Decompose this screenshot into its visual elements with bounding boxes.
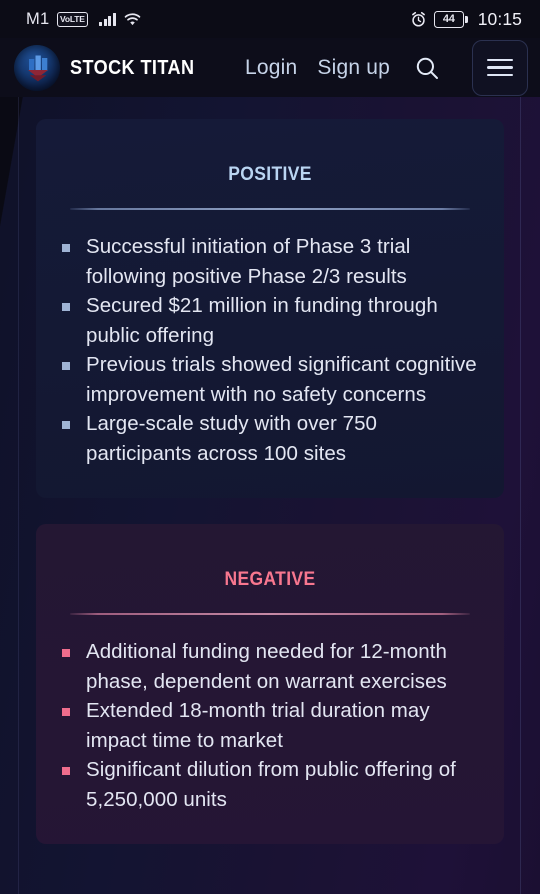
list-item: Large-scale study with over 750 particip… (60, 409, 480, 468)
status-bar: M1 VoLTE 44 10:15 (0, 0, 540, 38)
site-header: STOCK TITAN Login Sign up (0, 38, 540, 97)
negative-card-divider (70, 613, 470, 615)
positive-points-list: Successful initiation of Phase 3 trial f… (60, 232, 480, 468)
status-bar-left: M1 VoLTE (26, 10, 142, 29)
brand-name: STOCK TITAN (70, 55, 195, 79)
signup-link[interactable]: Sign up (317, 56, 390, 80)
list-item: Previous trials showed significant cogni… (60, 350, 480, 409)
search-icon[interactable] (412, 53, 442, 83)
list-item: Additional funding needed for 12-month p… (60, 637, 480, 696)
battery-icon: 44 (433, 10, 468, 28)
negative-card: Negative Additional funding needed for 1… (36, 524, 504, 844)
nav-links: Login Sign up (245, 39, 528, 96)
page-body: Positive Successful initiation of Phase … (0, 97, 540, 894)
status-bar-right: 44 10:15 (410, 9, 522, 30)
positive-card-divider (70, 208, 470, 210)
alarm-clock-icon (410, 11, 427, 28)
carrier-label: M1 (26, 9, 50, 28)
hamburger-menu-icon[interactable] (472, 39, 528, 96)
brand-home-link[interactable]: STOCK TITAN (14, 44, 211, 91)
list-item: Extended 18-month trial duration may imp… (60, 696, 480, 755)
battery-level-label: 44 (433, 10, 464, 28)
clock-label: 10:15 (477, 8, 522, 29)
list-item: Successful initiation of Phase 3 trial f… (60, 232, 480, 291)
positive-card-title: Positive (228, 156, 312, 186)
list-item: Secured $21 million in funding through p… (60, 291, 480, 350)
positive-card: Positive Successful initiation of Phase … (36, 119, 504, 498)
login-link[interactable]: Login (245, 56, 297, 80)
battery-cap (465, 15, 468, 23)
wifi-icon (123, 12, 142, 27)
negative-points-list: Additional funding needed for 12-month p… (60, 637, 480, 814)
volte-badge: VoLTE (56, 11, 89, 27)
negative-card-title: Negative (224, 561, 316, 591)
list-item: Significant dilution from public offerin… (60, 755, 480, 814)
app-screen: M1 VoLTE 44 10:15 STOCK TITAN Login Sign… (0, 0, 540, 894)
signal-bars-icon (99, 12, 116, 26)
content-scroll-area[interactable]: Positive Successful initiation of Phase … (19, 97, 521, 894)
stock-titan-logo-icon (14, 44, 60, 91)
